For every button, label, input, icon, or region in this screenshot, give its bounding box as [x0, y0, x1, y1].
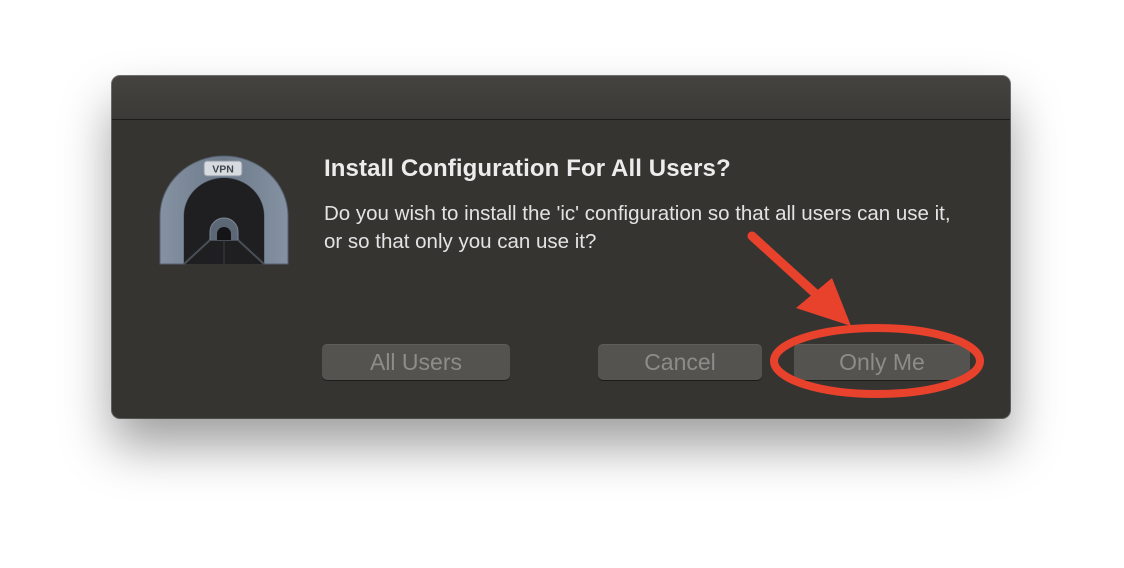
cancel-button[interactable]: Cancel	[598, 344, 762, 380]
only-me-button[interactable]: Only Me	[794, 344, 970, 380]
vpn-badge-text: VPN	[212, 164, 234, 176]
dialog-message: Do you wish to install the 'ic' configur…	[324, 202, 951, 253]
vpn-tunnel-icon: VPN	[159, 155, 289, 265]
dialog-titlebar[interactable]	[112, 76, 1010, 120]
all-users-button[interactable]: All Users	[322, 344, 510, 380]
dialog-title: Install Configuration For All Users?	[324, 155, 731, 182]
install-configuration-dialog: VPN Install Configuration For All Users?…	[112, 76, 1010, 418]
